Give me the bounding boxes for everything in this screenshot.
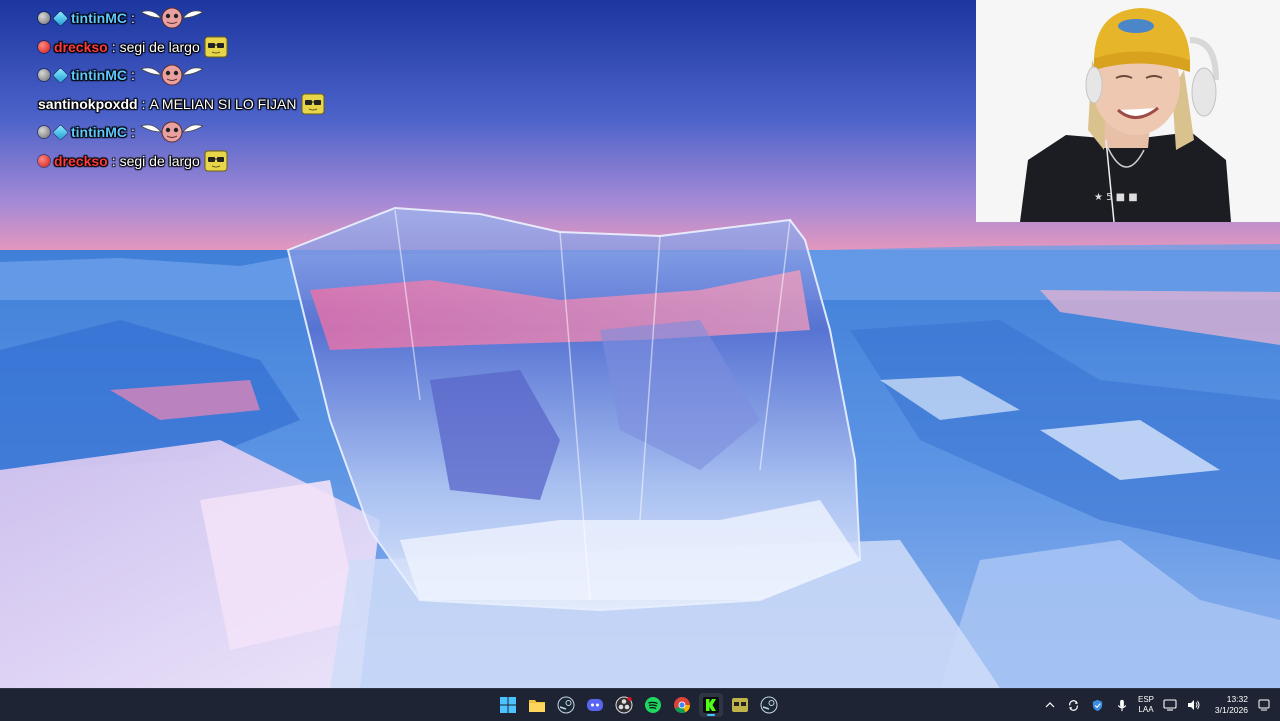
chat-text: A MELIAN SI LO FIJAN bbox=[149, 95, 297, 112]
red-badge-icon bbox=[38, 40, 50, 53]
sync-icon[interactable] bbox=[1066, 697, 1082, 713]
chat-username: tintinMC bbox=[71, 10, 127, 27]
notification-icon[interactable] bbox=[1256, 697, 1272, 713]
chat-separator: : bbox=[130, 124, 135, 141]
security-shield-icon[interactable] bbox=[1090, 697, 1106, 713]
taskbar-spotify[interactable] bbox=[641, 693, 665, 717]
grey-badge-icon bbox=[38, 69, 50, 82]
steam-icon bbox=[760, 696, 778, 714]
obs-icon bbox=[615, 696, 633, 714]
input-language-indicator[interactable]: ESP LAA bbox=[1138, 695, 1154, 715]
subscriber-badge-icon bbox=[53, 67, 68, 83]
system-tray: ESP LAA 13:32 3/1/2026 bbox=[1042, 689, 1272, 721]
wings-emote bbox=[139, 120, 205, 144]
taskbar-file-explorer[interactable] bbox=[525, 693, 549, 717]
chat-username: santinokpoxdd bbox=[38, 95, 138, 112]
chat-text: segi de largo bbox=[119, 38, 200, 55]
folder-icon bbox=[528, 697, 546, 713]
kick-icon bbox=[702, 696, 720, 714]
taskbar-chrome[interactable] bbox=[670, 693, 694, 717]
steam-icon bbox=[557, 696, 575, 714]
red-badge-icon bbox=[38, 154, 50, 167]
webcam-overlay: ★ 5 ■ ■ bbox=[976, 0, 1280, 222]
streamer-webcam-image: ★ 5 ■ ■ bbox=[976, 0, 1280, 222]
taskbar-steam-2[interactable] bbox=[757, 693, 781, 717]
chat-username: tintinMC bbox=[71, 67, 127, 84]
chat-separator: : bbox=[141, 95, 146, 112]
chat-overlay: tintinMC: drecksо: segi de largo tintinMC: s… bbox=[38, 4, 478, 175]
spotify-icon bbox=[644, 696, 662, 714]
chat-username: tintinMC bbox=[71, 124, 127, 141]
wings-emote bbox=[139, 6, 205, 30]
chat-separator: : bbox=[130, 67, 135, 84]
chat-username: drecksо bbox=[54, 152, 108, 169]
taskbar-obs[interactable] bbox=[612, 693, 636, 717]
taskbar-sunglasses-app[interactable] bbox=[728, 693, 752, 717]
chrome-icon bbox=[673, 696, 691, 714]
chat-username: drecksо bbox=[54, 38, 108, 55]
chat-message: drecksо: segi de largo bbox=[38, 33, 478, 62]
windows-icon bbox=[499, 696, 517, 714]
active-indicator bbox=[707, 714, 715, 716]
taskbar-discord[interactable] bbox=[583, 693, 607, 717]
windows-taskbar: ESP LAA 13:32 3/1/2026 bbox=[0, 688, 1280, 721]
volume-icon[interactable] bbox=[1186, 697, 1202, 713]
chat-message: tintinMC: bbox=[38, 118, 478, 147]
cool-emote bbox=[204, 36, 228, 58]
clock-date: 3/1/2026 bbox=[1214, 705, 1248, 715]
clock-time: 13:32 bbox=[1226, 694, 1248, 704]
discord-icon bbox=[586, 696, 604, 714]
microphone-icon[interactable] bbox=[1114, 697, 1130, 713]
wings-emote bbox=[139, 63, 205, 87]
taskbar-kick[interactable] bbox=[699, 693, 723, 717]
language-code: ESP bbox=[1137, 695, 1154, 704]
subscriber-badge-icon bbox=[53, 124, 68, 140]
chat-message: tintinMC: bbox=[38, 4, 478, 33]
taskbar-app-icons bbox=[496, 689, 781, 721]
chat-text: segi de largo bbox=[119, 152, 200, 169]
subscriber-badge-icon bbox=[53, 10, 68, 26]
taskbar-steam-1[interactable] bbox=[554, 693, 578, 717]
keyboard-layout-code: LAA bbox=[1138, 705, 1154, 714]
grey-badge-icon bbox=[38, 126, 50, 139]
cool-emote bbox=[301, 93, 325, 115]
chat-message: tintinMC: bbox=[38, 61, 478, 90]
taskbar-start-button[interactable] bbox=[496, 693, 520, 717]
svg-text:★ 5 ■ ■: ★ 5 ■ ■ bbox=[1094, 192, 1138, 203]
taskbar-clock[interactable]: 13:32 3/1/2026 bbox=[1210, 694, 1248, 716]
network-icon[interactable] bbox=[1162, 697, 1178, 713]
glasses-icon bbox=[731, 697, 749, 713]
chat-separator: : bbox=[111, 38, 116, 55]
chat-separator: : bbox=[111, 152, 116, 169]
chevron-up-icon[interactable] bbox=[1042, 697, 1058, 713]
cool-emote bbox=[204, 150, 228, 172]
chat-message: drecksо: segi de largo bbox=[38, 147, 478, 176]
grey-badge-icon bbox=[38, 12, 50, 25]
chat-message: santinokpoxdd: A MELIAN SI LO FIJAN bbox=[38, 90, 478, 119]
chat-separator: : bbox=[130, 10, 135, 27]
